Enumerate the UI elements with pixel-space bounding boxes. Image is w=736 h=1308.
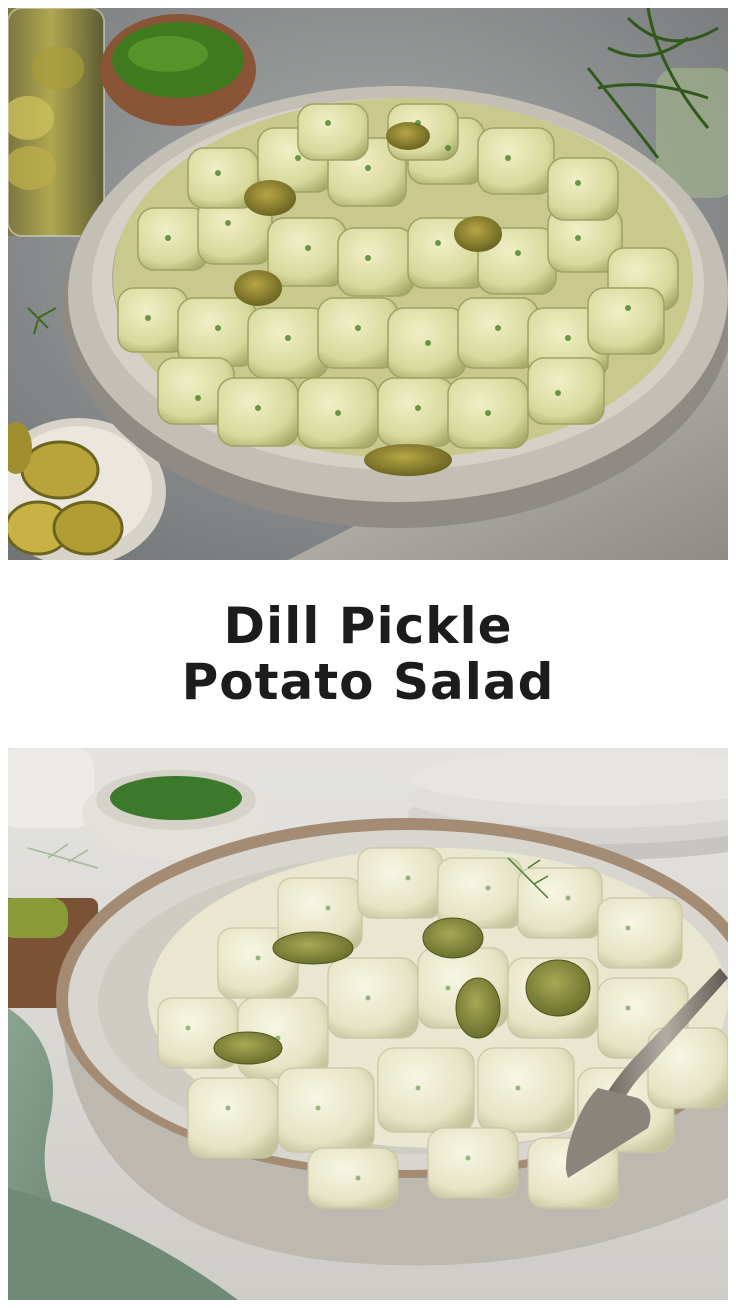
recipe-title-line-2: Potato Salad [181,653,555,711]
bottom-photo-illustration [8,748,728,1300]
bottom-food-photo [8,748,728,1300]
title-banner: Dill Pickle Potato Salad [0,560,736,748]
pickle-jar [8,8,105,237]
recipe-title-line-1: Dill Pickle [223,597,513,655]
dill-bowl [100,14,256,126]
top-photo-illustration [8,8,728,560]
mug [8,748,94,828]
top-food-photo [8,8,728,560]
